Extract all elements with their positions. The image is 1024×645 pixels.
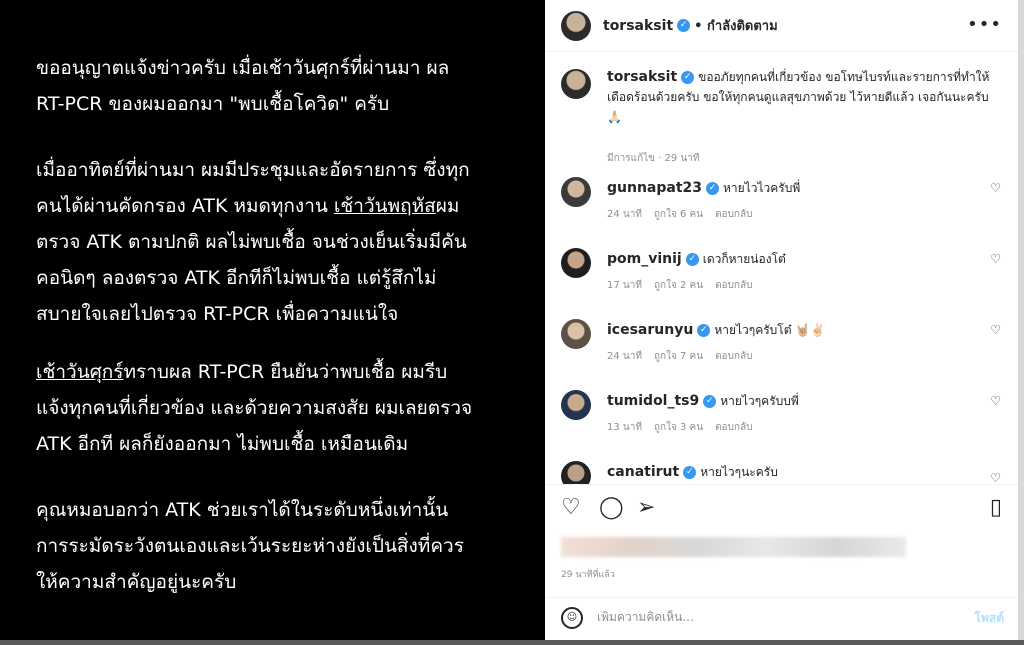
post-image: ขออนุญาตแจ้งข่าวครับ เมื่อเช้าวันศุกร์ที…	[0, 0, 545, 645]
post-paragraph-2: เมื่ออาทิตย์ที่ผ่านมา ผมมีประชุมและอัดรา…	[36, 152, 470, 332]
caption-body: torsaksit ✓ ขออภัยทุกคนที่เกี่ยวข้อง ขอโทษ…	[607, 67, 997, 127]
verified-badge-icon: ✓	[681, 71, 695, 84]
comment-avatar[interactable]	[561, 390, 591, 420]
verified-badge-icon: ✓	[677, 19, 691, 32]
comment-line: pom_vinij ✓ เดวก็หายน่องโต๋	[607, 250, 786, 269]
comment-line: icesarunyu ✓ หายไวๆครับโต๋ 🤘🏼✌🏻	[607, 321, 825, 340]
save-bookmark-icon[interactable]: ▯	[990, 495, 1002, 520]
comment-heart-icon[interactable]: ♡	[990, 181, 1001, 195]
comment-meta: 13 นาที ถูกใจ 3 คน ตอบกลับ	[607, 420, 764, 435]
post-actions: ♡ ◯ ➢ ▯ 29 นาทีที่แล้ว	[545, 484, 1018, 604]
comment-line: tumidol_ts9 ✓ หายไวๆครับบพี่	[607, 392, 799, 411]
post-paragraph-4: คุณหมอบอกว่า ATK ช่วยเราได้ในระดับหนึ่งเ…	[36, 499, 464, 593]
add-comment-bar: ☺ โพสต์	[545, 597, 1018, 640]
more-options-icon[interactable]: •••	[967, 14, 1002, 35]
comment-icon[interactable]: ◯	[599, 495, 624, 520]
comment-line: canatirut ✓ หายไวๆนะครับ	[607, 463, 778, 482]
comment-likes[interactable]: ถูกใจ 7 คน	[654, 351, 703, 362]
verified-badge-icon: ✓	[706, 182, 720, 195]
comment-reply-button[interactable]: ตอบกลับ	[715, 280, 752, 291]
header-username[interactable]: torsaksit	[603, 18, 673, 34]
comment-likes[interactable]: ถูกใจ 6 คน	[654, 209, 703, 220]
comment-reply-button[interactable]: ตอบกลับ	[715, 351, 752, 362]
comment-avatar[interactable]	[561, 461, 591, 484]
post-time-ago: 29 นาทีที่แล้ว	[561, 570, 615, 580]
caption-avatar[interactable]	[561, 69, 591, 99]
caption-meta: มีการแก้ไข · 29 นาที	[607, 153, 700, 164]
emoji-icon[interactable]: ☺	[561, 607, 583, 629]
comment-username[interactable]: icesarunyu	[607, 322, 693, 338]
comment-meta: 24 นาที ถูกใจ 6 คน ตอบกลับ	[607, 207, 764, 222]
comment-time: 24 นาที	[607, 209, 642, 220]
bottom-background-strip	[0, 640, 1024, 645]
post-paragraph-2-underlined: เช้าวันพฤหัส	[333, 195, 436, 217]
comment-avatar[interactable]	[561, 319, 591, 349]
comment-text: หายไวๆครับบพี่	[720, 394, 799, 408]
comment-item: tumidol_ts9 ✓ หายไวๆครับบพี่ 13 นาที ถูกใจ …	[561, 390, 1001, 450]
comment-item: icesarunyu ✓ หายไวๆครับโต๋ 🤘🏼✌🏻 24 นาที ถูก…	[561, 319, 1001, 379]
comment-text: หายไวๆนะครับ	[700, 465, 778, 479]
comment-time: 13 นาที	[607, 422, 642, 433]
post-header: torsaksit ✓ • กำลังติดตาม •••	[545, 0, 1018, 52]
comment-heart-icon[interactable]: ♡	[990, 394, 1001, 408]
comment-meta: 24 นาที ถูกใจ 7 คน ตอบกลับ	[607, 349, 764, 364]
comment-time: 17 นาที	[607, 280, 642, 291]
comment-item: pom_vinij ✓ เดวก็หายน่องโต๋ 17 นาที ถูกใจ 2…	[561, 248, 1001, 308]
comment-text: หายไวๆครับโต๋ 🤘🏼✌🏻	[714, 323, 826, 337]
comments-list[interactable]: torsaksit ✓ ขออภัยทุกคนที่เกี่ยวข้อง ขอโทษ…	[545, 53, 1018, 484]
comment-item: canatirut ✓ หายไวๆนะครับ ♡	[561, 461, 1001, 484]
comment-username[interactable]: tumidol_ts9	[607, 393, 699, 409]
comment-likes[interactable]: ถูกใจ 3 คน	[654, 422, 703, 433]
post-paragraph-3: เช้าวันศุกร์ทราบผล RT-PCR ยืนยันว่าพบเชื…	[36, 354, 472, 462]
avatar[interactable]	[561, 10, 591, 41]
post-paragraph-1: ขออนุญาตแจ้งข่าวครับ เมื่อเช้าวันศุกร์ที…	[36, 57, 450, 115]
comment-heart-icon[interactable]: ♡	[990, 252, 1001, 266]
post-paragraph-3-underlined: เช้าวันศุกร์	[36, 361, 124, 383]
comment-avatar[interactable]	[561, 177, 591, 207]
comment-username[interactable]: pom_vinij	[607, 251, 682, 267]
post-side-panel: torsaksit ✓ • กำลังติดตาม ••• torsaksit ✓…	[545, 0, 1018, 640]
comment-username[interactable]: canatirut	[607, 464, 679, 480]
comment-reply-button[interactable]: ตอบกลับ	[715, 209, 752, 220]
like-icon[interactable]: ♡	[561, 495, 581, 520]
comment-text: หายไวไวครับพี่	[723, 181, 801, 195]
comment-line: gunnapat23 ✓ หายไวไวครับพี่	[607, 179, 800, 198]
verified-badge-icon: ✓	[703, 395, 717, 408]
comment-meta: 17 นาที ถูกใจ 2 คน ตอบกลับ	[607, 278, 764, 293]
comment-item: gunnapat23 ✓ หายไวไวครับพี่ 24 นาที ถูกใจ 6…	[561, 177, 1001, 237]
verified-badge-icon: ✓	[697, 324, 711, 337]
comment-username[interactable]: gunnapat23	[607, 180, 702, 196]
verified-badge-icon: ✓	[683, 466, 697, 479]
likes-summary-blurred	[561, 537, 906, 557]
caption-username[interactable]: torsaksit	[607, 69, 677, 85]
post-comment-button[interactable]: โพสต์	[975, 609, 1004, 628]
comment-avatar[interactable]	[561, 248, 591, 278]
comment-heart-icon[interactable]: ♡	[990, 323, 1001, 337]
share-icon[interactable]: ➢	[637, 495, 655, 520]
comment-text: เดวก็หายน่องโต๋	[702, 252, 786, 266]
window-edge	[1018, 0, 1024, 645]
comment-reply-button[interactable]: ตอบกลับ	[715, 422, 752, 433]
comment-input[interactable]	[597, 610, 917, 624]
comment-time: 24 นาที	[607, 351, 642, 362]
verified-badge-icon: ✓	[685, 253, 699, 266]
comment-likes[interactable]: ถูกใจ 2 คน	[654, 280, 703, 291]
follow-status[interactable]: • กำลังติดตาม	[694, 15, 778, 36]
comment-heart-icon[interactable]: ♡	[990, 471, 1001, 484]
